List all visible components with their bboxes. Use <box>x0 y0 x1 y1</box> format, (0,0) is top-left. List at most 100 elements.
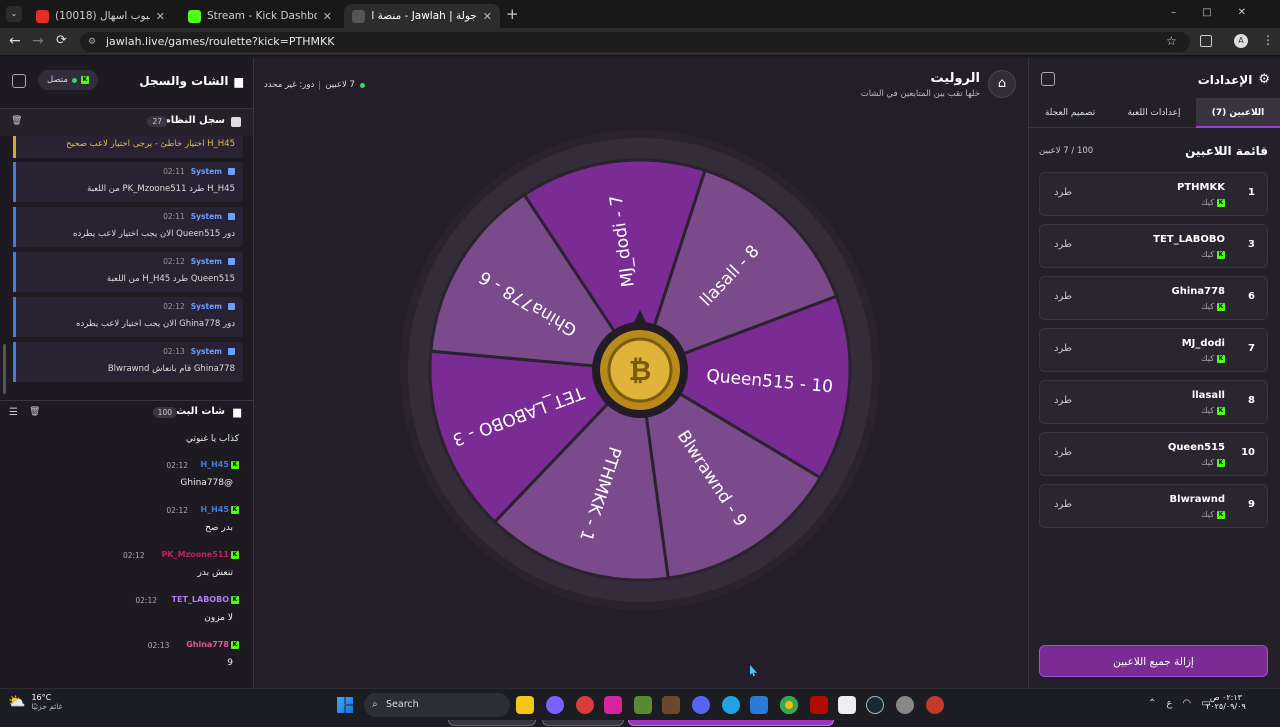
filter-icon[interactable]: ☰ <box>9 407 18 418</box>
tab-wheel-design[interactable]: تصميم العجلة <box>1028 98 1112 128</box>
window-controls: –□✕ <box>1171 7 1272 18</box>
kick-player-button[interactable]: طرد <box>1054 291 1072 302</box>
weather-widget[interactable]: ⛅ 16°C غائم جزئيًا <box>8 693 63 711</box>
tab-menu-icon[interactable]: ⌄ <box>6 6 22 22</box>
tray-chevron-icon[interactable]: ⌃ <box>1148 698 1156 709</box>
close-tab-icon[interactable]: ✕ <box>323 10 332 23</box>
settings-tabs: اللاعبين (7) إعدادات اللعبة تصميم العجلة <box>1028 98 1280 128</box>
trash-icon[interactable]: 🗑 <box>11 116 22 126</box>
player-name: Queen515 <box>1167 442 1225 453</box>
new-tab-icon[interactable]: + <box>506 5 519 23</box>
player-card[interactable]: 10 Queen515 K كيك طرد <box>1039 432 1268 476</box>
browser-tab[interactable]: (10018) خطيت لهم حبوب اسهال ✕ <box>28 4 173 28</box>
chat-username[interactable]: H_H45 <box>200 505 229 514</box>
platform-label: كيك <box>1201 458 1214 467</box>
instagram-icon[interactable] <box>604 696 622 714</box>
message-time: 02:12 <box>163 302 185 311</box>
chat-message: K Ghina778 02:13 9 <box>0 638 243 680</box>
minecraft-icon[interactable] <box>634 696 652 714</box>
kick-player-button[interactable]: طرد <box>1054 447 1072 458</box>
message-text: دور Queen515 الان يجب اختيار لاعب يطرده <box>73 229 235 239</box>
kick-icon <box>188 9 201 23</box>
collapse-panel-icon[interactable] <box>1041 72 1055 86</box>
wifi-icon[interactable]: ◠ <box>1182 698 1191 709</box>
tab-game-settings[interactable]: إعدادات اللعبة <box>1112 98 1196 128</box>
player-card[interactable]: 1 PTHMKK K كيك طرد <box>1039 172 1268 216</box>
files-icon[interactable] <box>516 696 534 714</box>
close-tab-icon[interactable]: ✕ <box>156 10 165 23</box>
weather-temp: 16°C <box>31 693 52 702</box>
chrome-icon[interactable] <box>780 696 798 714</box>
start-icon[interactable] <box>337 697 353 713</box>
collapse-chat-icon[interactable] <box>12 74 26 88</box>
chat-username[interactable]: Ghina778 <box>186 640 229 649</box>
player-card[interactable]: 3 TET_LABOBO K كيك طرد <box>1039 224 1268 268</box>
tab-players[interactable]: اللاعبين (7) <box>1196 98 1280 128</box>
player-platform: K كيك <box>1201 198 1225 207</box>
player-card[interactable]: 9 Blwrawnd K كيك طرد <box>1039 484 1268 528</box>
browser-tab[interactable]: Stream - Kick Dashboard ✕ <box>180 4 340 28</box>
steam-icon[interactable] <box>866 696 884 714</box>
system-log-title: سجل النظام <box>163 115 225 126</box>
media-icon[interactable] <box>576 696 594 714</box>
chat-message-text: تنعش بدر <box>197 568 233 578</box>
player-card[interactable]: 7 MJ_dodi K كيك طرد <box>1039 328 1268 372</box>
panel-title: الإعدادات <box>1197 72 1253 87</box>
clock[interactable]: ٠٢:١٣ ص ٢٠٢٥/٠٩/٠٩ <box>1206 693 1246 711</box>
player-card[interactable]: 6 Ghina778 K كيك طرد <box>1039 276 1268 320</box>
site-info-icon[interactable]: ⚙ <box>88 32 96 52</box>
kick-player-button[interactable]: طرد <box>1054 343 1072 354</box>
minecraft-icon[interactable] <box>662 696 680 714</box>
store-icon[interactable] <box>750 696 768 714</box>
taskbar-search[interactable]: ⌕ Search <box>364 693 510 717</box>
chat-icon <box>228 168 235 175</box>
profile-avatar[interactable]: A <box>1234 34 1248 48</box>
reload-icon[interactable]: ⟳ <box>56 33 67 48</box>
roulette-wheel[interactable]: llasall - 8Queen515 - 10Blwrawnd - 9PTHM… <box>400 130 880 610</box>
message-sender: System <box>190 347 222 356</box>
system-message: System 02:12 Queen515 طرد H_H45 من اللعبة <box>13 252 243 292</box>
menu-dots-icon[interactable]: ⋮ <box>1262 33 1274 47</box>
browser-tab-active[interactable]: جولة | Jawlah - منصة الألعاب الت... ✕ <box>344 4 500 28</box>
remove-all-players-button[interactable]: إزالة جميع اللاعبين <box>1039 645 1268 677</box>
url-field[interactable]: ⚙ jawlah.live/games/roulette?kick=PTHMKK <box>80 32 1190 52</box>
close-tab-icon[interactable]: ✕ <box>483 10 492 23</box>
log-scrollbar[interactable] <box>3 344 6 394</box>
trash-icon[interactable]: 🗑 <box>29 407 40 417</box>
chat-icon: ▆ <box>234 74 243 88</box>
acrobat-icon[interactable] <box>810 696 828 714</box>
player-name: Ghina778 <box>1171 286 1226 297</box>
copilot-icon[interactable] <box>546 696 564 714</box>
url-text: jawlah.live/games/roulette?kick=PTHMKK <box>106 35 335 48</box>
turn-status: دور: غير محدد <box>264 80 315 90</box>
settings-icon[interactable] <box>896 696 914 714</box>
kick-player-button[interactable]: طرد <box>1054 499 1072 510</box>
kick-player-button[interactable]: طرد <box>1054 239 1072 250</box>
kick-player-button[interactable]: طرد <box>1054 395 1072 406</box>
player-name: MJ_dodi <box>1181 338 1225 349</box>
player-card[interactable]: 8 llasall K كيك طرد <box>1039 380 1268 424</box>
app-icon[interactable] <box>926 696 944 714</box>
back-icon[interactable]: ← <box>9 33 21 49</box>
bookmark-star-icon[interactable]: ☆ <box>1166 34 1177 48</box>
edge-icon[interactable] <box>722 696 740 714</box>
player-name: Blwrawnd <box>1169 494 1225 505</box>
discord-icon[interactable] <box>692 696 710 714</box>
system-message-partial: H_H45 اختيار خاطئ - يرجى اختيار لاعب صحي… <box>13 136 243 158</box>
chat-username[interactable]: TET_LABOBO <box>172 595 229 604</box>
home-button[interactable]: ⌂ <box>988 70 1016 98</box>
system-message: System 02:11 دور Queen515 الان يجب اختيار … <box>13 207 243 247</box>
connection-status: K متصل <box>38 70 98 90</box>
clock-date: ٢٠٢٥/٠٩/٠٩ <box>1206 702 1246 711</box>
chat-username[interactable]: H_H45 <box>200 460 229 469</box>
game-status: دور: غير محدد 7 لاعبين <box>264 80 365 90</box>
kick-player-button[interactable]: طرد <box>1054 187 1072 198</box>
capcut-icon[interactable] <box>838 696 856 714</box>
taskbar: ⛅ 16°C غائم جزئيًا ⌕ Search ⌃ ع ◠ ▭ ٠٢:١… <box>0 688 1280 720</box>
forward-icon[interactable]: → <box>32 33 44 49</box>
language-indicator[interactable]: ع <box>1166 698 1172 709</box>
chat-username[interactable]: PK_Mzoone511 <box>162 550 230 559</box>
extensions-icon[interactable] <box>1200 35 1212 47</box>
player-number: 10 <box>1241 447 1255 458</box>
page-subtitle: خلها تقب بين المتابعين في الشات <box>860 89 980 99</box>
